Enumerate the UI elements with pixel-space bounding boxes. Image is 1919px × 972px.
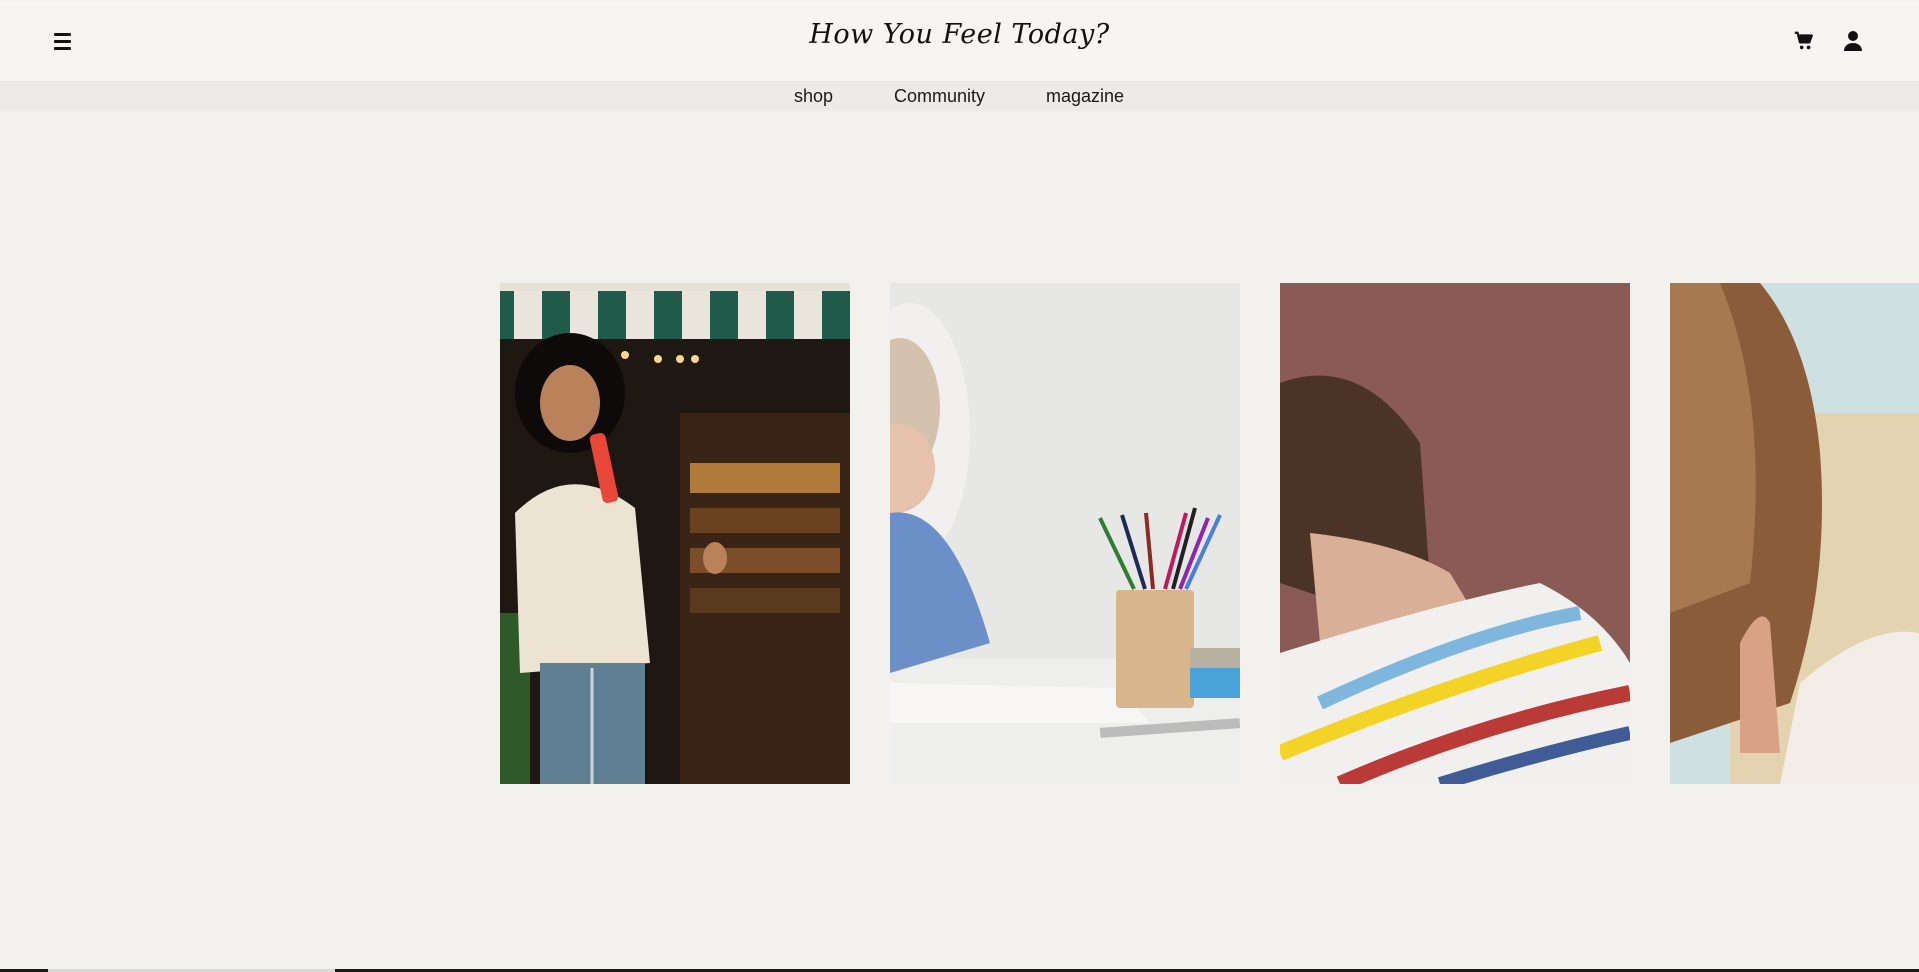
image-carousel[interactable] <box>0 283 1919 784</box>
photo-woman-hair <box>1670 283 1919 784</box>
gallery-card-child-pencils[interactable] <box>890 283 1240 784</box>
site-logo[interactable]: How You Feel Today? <box>0 19 1919 50</box>
nav-item-community[interactable]: Community <box>894 86 985 107</box>
gallery-card-boy-striped[interactable] <box>1280 283 1630 784</box>
cart-icon[interactable] <box>1793 30 1815 52</box>
photo-boy-striped-shirt <box>1280 283 1630 784</box>
gallery-card-woman-drink[interactable] <box>500 283 850 784</box>
user-icon[interactable] <box>1843 30 1863 52</box>
photo-woman-laughing <box>500 283 850 784</box>
main-nav: shop Community magazine <box>0 81 1919 111</box>
nav-item-magazine[interactable]: magazine <box>1046 86 1124 107</box>
site-header: How You Feel Today? <box>0 1 1919 81</box>
gallery-card-woman-hair[interactable] <box>1670 283 1919 784</box>
nav-item-shop[interactable]: shop <box>794 86 833 107</box>
photo-child-pencils <box>890 283 1240 784</box>
